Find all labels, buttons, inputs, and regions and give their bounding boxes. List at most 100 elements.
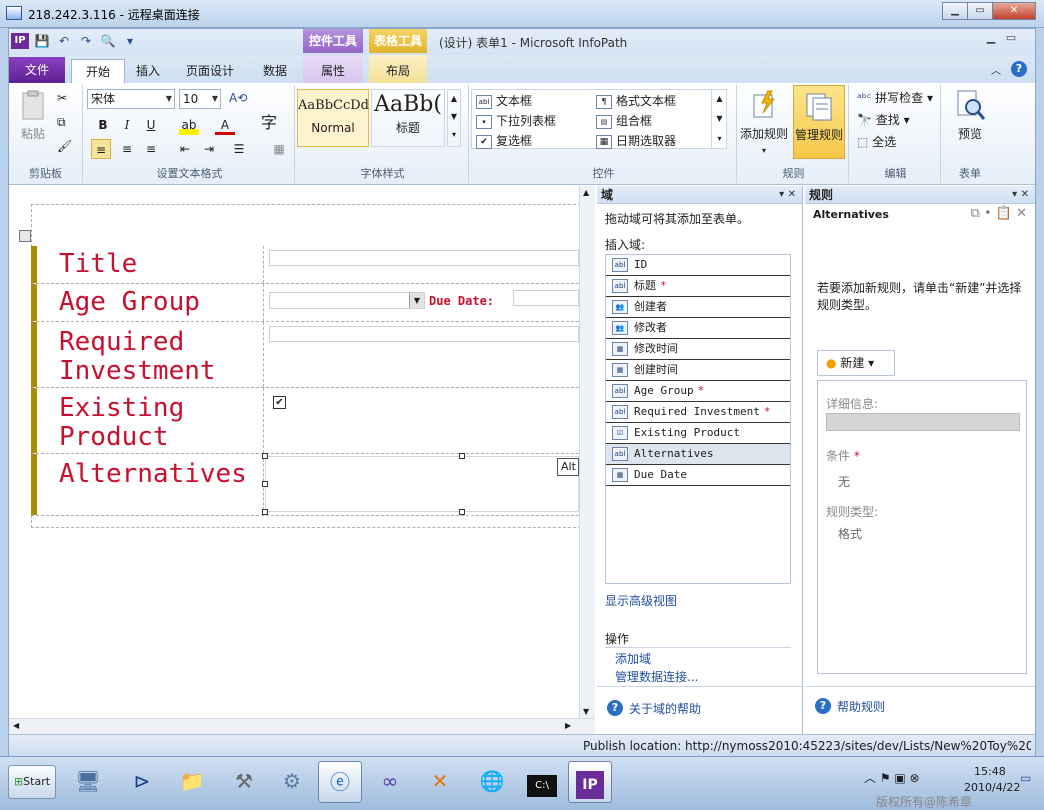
bullets-icon[interactable]: ☰ — [229, 139, 249, 159]
italic-button[interactable]: I — [117, 115, 137, 135]
copy-rule-icon[interactable]: ⧉ — [971, 206, 980, 221]
alternatives-textbox[interactable] — [265, 456, 579, 512]
clock-date[interactable]: 2010/4/22 — [964, 781, 1020, 794]
field-item-created[interactable]: ▦ 创建时间 — [606, 360, 790, 381]
format-painter-icon[interactable]: 🖌 — [57, 139, 72, 153]
field-item-id[interactable]: abl ID — [606, 255, 790, 276]
control-combo-box[interactable]: ▤ 组合框 — [596, 112, 652, 129]
control-checkbox[interactable]: ✔ 复选框 — [476, 132, 532, 149]
font-name-combo[interactable]: 宋体 ▼ — [87, 89, 175, 109]
spell-check-button[interactable]: ᵃᵇᶜ 拼写检查 ▾ — [857, 89, 933, 106]
qat-more-icon[interactable]: ▾ — [121, 33, 139, 49]
tab-home[interactable]: 开始 — [71, 59, 125, 83]
style-normal[interactable]: AaBbCcDd Normal — [297, 89, 369, 147]
controls-gallery-scroll[interactable]: ▲ ▼ ▾ — [711, 89, 727, 149]
condition-value[interactable]: 无 — [838, 473, 850, 490]
rule-name-field[interactable] — [826, 413, 1020, 431]
tab-page-design[interactable]: 页面设计 — [177, 59, 243, 83]
start-button[interactable]: ⊞Start — [8, 765, 56, 799]
tools-icon[interactable]: ⚒ — [222, 761, 266, 803]
rules-help-link[interactable]: 帮助规则 — [837, 698, 885, 715]
style-heading[interactable]: AaBb( 标题 — [371, 89, 445, 147]
tab-file[interactable]: 文件 — [9, 57, 65, 83]
tab-data[interactable]: 数据 — [253, 59, 297, 83]
control-rich-textbox[interactable]: ¶ 格式文本框 — [596, 92, 676, 109]
manage-rules-button[interactable]: 管理规则 — [793, 85, 845, 159]
control-date-picker[interactable]: ▦ 日期选取器 — [596, 132, 676, 149]
cut-icon[interactable]: ✂ — [57, 91, 67, 105]
table-select-handle[interactable] — [19, 230, 31, 242]
bold-button[interactable]: B — [93, 115, 113, 135]
field-item-modified[interactable]: ▦ 修改时间 — [606, 339, 790, 360]
clock-time[interactable]: 15:48 — [974, 765, 1006, 778]
app-minimize-icon[interactable]: ▁ — [981, 31, 1001, 49]
powershell-icon[interactable]: ⊳ — [120, 761, 164, 803]
align-right-icon[interactable]: ≡ — [141, 139, 161, 159]
field-item-created-by[interactable]: 👥 创建者 — [606, 297, 790, 318]
paste-rule-icon[interactable]: 📋 — [996, 206, 1012, 221]
explorer-icon[interactable]: 📁 — [170, 761, 214, 803]
canvas-horizontal-scrollbar[interactable]: ◀ ▶ — [9, 718, 595, 734]
pane-close-icon[interactable]: ▾ ✕ — [779, 186, 796, 204]
network-icon[interactable]: 🌐 — [470, 761, 514, 803]
sharepoint-designer-icon[interactable]: ✕ — [418, 761, 462, 803]
increase-indent-icon[interactable]: ⇥ — [199, 139, 219, 159]
borders-icon[interactable]: ▦ — [269, 139, 289, 159]
char-spacing-button[interactable]: 字 — [259, 113, 279, 133]
align-center-icon[interactable]: ≡ — [117, 139, 137, 159]
control-textbox[interactable]: abl 文本框 — [476, 92, 532, 109]
font-color-icon[interactable]: A — [215, 115, 235, 135]
existing-product-checkbox[interactable]: ✔ — [273, 396, 286, 409]
help-icon[interactable]: ? — [1011, 61, 1027, 77]
decrease-indent-icon[interactable]: ⇤ — [175, 139, 195, 159]
preview-icon[interactable]: 🔍 — [99, 33, 117, 49]
show-desktop-icon[interactable]: ▭ — [1020, 771, 1031, 785]
field-item-required-investment[interactable]: abl Required Investment * — [606, 402, 790, 423]
field-item-modified-by[interactable]: 👥 修改者 — [606, 318, 790, 339]
server-manager-icon[interactable]: 🖥 — [66, 761, 110, 803]
preview-button[interactable]: 预览 — [947, 89, 993, 142]
rdp-minimize-button[interactable]: ▁ — [942, 2, 968, 20]
rules-help-icon[interactable]: ? — [815, 698, 831, 714]
tab-properties[interactable]: 属性 — [305, 59, 361, 83]
cmd-icon[interactable]: C:\ — [520, 761, 564, 803]
rdp-maximize-button[interactable]: ▭ — [967, 2, 993, 20]
title-textbox[interactable] — [269, 250, 579, 266]
fields-help-link[interactable]: 关于域的帮助 — [629, 700, 701, 717]
due-date-picker[interactable] — [513, 290, 579, 306]
tray-icons[interactable]: ︿ ⚑ ▣ ⊗ — [864, 769, 920, 786]
ie-icon[interactable]: ⓔ — [318, 761, 362, 803]
settings-icon[interactable]: ⚙ — [270, 761, 314, 803]
scroll-left-icon[interactable]: ◀ — [13, 721, 19, 730]
find-button[interactable]: 🔭 查找 ▾ — [857, 111, 910, 128]
save-icon[interactable]: 💾 — [33, 33, 51, 49]
select-all-button[interactable]: ⬚ 全选 — [857, 133, 896, 150]
field-item-title[interactable]: abl 标题 * — [606, 276, 790, 297]
tab-insert[interactable]: 插入 — [127, 59, 169, 83]
align-left-icon[interactable]: ≡ — [91, 139, 111, 159]
clear-format-icon[interactable]: A⟲ — [229, 91, 247, 105]
font-size-combo[interactable]: 10 ▼ — [179, 89, 221, 109]
tab-layout[interactable]: 布局 — [371, 59, 425, 83]
scroll-up-icon[interactable]: ▲ — [583, 188, 589, 197]
scroll-right-icon[interactable]: ▶ — [565, 721, 571, 730]
field-item-due-date[interactable]: ▦ Due Date — [606, 465, 790, 486]
form-canvas[interactable]: Title Age Group ▼ Due Date: Required Inv… — [9, 186, 595, 734]
infopath-task-icon[interactable]: IP — [568, 761, 612, 803]
field-item-age-group[interactable]: abl Age Group * — [606, 381, 790, 402]
visual-studio-icon[interactable]: ∞ — [368, 761, 412, 803]
collapse-ribbon-icon[interactable]: ︿ — [991, 62, 1001, 77]
styles-scroll[interactable]: ▲ ▼ ▾ — [447, 89, 461, 147]
new-rule-button[interactable]: ● 新建 ▾ — [817, 350, 895, 376]
fields-help-icon[interactable]: ? — [607, 700, 623, 716]
add-rule-button[interactable]: 添加规则 ▾ — [739, 89, 789, 156]
canvas-vertical-scrollbar[interactable]: ▲ ▼ — [579, 186, 595, 718]
underline-button[interactable]: U — [141, 115, 161, 135]
app-restore-icon[interactable]: ▭ — [1001, 31, 1021, 49]
paste-button[interactable]: 粘贴 — [15, 89, 51, 142]
field-item-alternatives[interactable]: abl Alternatives — [606, 444, 790, 465]
redo-icon[interactable]: ↷ — [77, 33, 95, 49]
manage-data-connections-link[interactable]: 管理数据连接... — [615, 668, 698, 685]
field-item-existing-product[interactable]: ☑ Existing Product — [606, 423, 790, 444]
scroll-down-icon[interactable]: ▼ — [583, 707, 589, 716]
